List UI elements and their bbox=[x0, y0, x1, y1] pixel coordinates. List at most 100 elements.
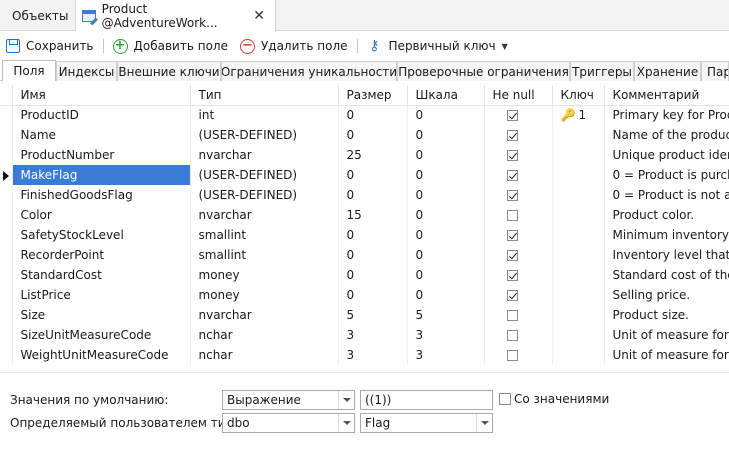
cell-type[interactable]: int bbox=[190, 105, 339, 125]
not-null-checkbox[interactable] bbox=[506, 290, 518, 301]
chevron-down-icon[interactable] bbox=[338, 391, 354, 409]
default-value-input[interactable]: ((1)) bbox=[360, 390, 493, 410]
tab-indexes[interactable]: Индексы bbox=[56, 61, 117, 81]
not-null-checkbox[interactable] bbox=[506, 350, 518, 361]
table-row[interactable]: ProductNumber nvarchar 25 0 Unique product i… bbox=[0, 145, 729, 165]
not-null-checkbox[interactable] bbox=[506, 110, 518, 122]
chevron-down-icon[interactable]: ▼ bbox=[502, 42, 508, 51]
with-values-checkbox[interactable] bbox=[499, 393, 511, 405]
not-null-checkbox[interactable] bbox=[506, 170, 518, 181]
table-row[interactable]: ListPrice money 0 0 Selling price. bbox=[0, 285, 729, 305]
cell-scale[interactable]: 0 bbox=[407, 145, 485, 165]
cell-key[interactable] bbox=[552, 265, 605, 285]
cell-key[interactable] bbox=[552, 185, 605, 205]
cell-key[interactable] bbox=[552, 145, 605, 165]
cell-type[interactable]: smallint bbox=[190, 225, 339, 245]
cell-name[interactable]: ProductID bbox=[12, 105, 191, 125]
cell-not-null[interactable] bbox=[484, 225, 553, 245]
column-header-scale[interactable]: Шкала bbox=[407, 85, 485, 106]
cell-not-null[interactable] bbox=[484, 205, 553, 225]
cell-size[interactable]: 0 bbox=[338, 285, 408, 305]
cell-scale[interactable]: 0 bbox=[407, 285, 485, 305]
cell-size[interactable]: 0 bbox=[338, 265, 408, 285]
close-icon[interactable]: ✕ bbox=[253, 8, 265, 24]
cell-type[interactable]: smallint bbox=[190, 245, 339, 265]
cell-not-null[interactable] bbox=[484, 305, 553, 325]
column-header-not-null[interactable]: Не null bbox=[484, 85, 553, 106]
delete-field-button[interactable]: − Удалить поле bbox=[234, 34, 354, 58]
cell-type[interactable]: (USER-DEFINED) bbox=[190, 125, 339, 145]
tab-fields[interactable]: Поля bbox=[2, 60, 56, 81]
table-row[interactable]: WeightUnitMeasureCode nchar 3 3 Unit of meas… bbox=[0, 345, 729, 365]
cell-size[interactable]: 5 bbox=[338, 305, 408, 325]
cell-key[interactable] bbox=[552, 225, 605, 245]
not-null-checkbox[interactable] bbox=[506, 310, 518, 321]
tab-triggers[interactable]: Триггеры bbox=[570, 61, 634, 81]
cell-key[interactable] bbox=[552, 305, 605, 325]
table-row[interactable]: Size nvarchar 5 5 Product size. bbox=[0, 305, 729, 325]
column-header-type[interactable]: Тип bbox=[190, 85, 339, 106]
cell-comment[interactable]: Unit of measure for We bbox=[604, 345, 729, 365]
not-null-checkbox[interactable] bbox=[506, 330, 518, 341]
not-null-checkbox[interactable] bbox=[506, 190, 518, 201]
default-kind-select[interactable]: Выражение bbox=[222, 390, 355, 410]
cell-key[interactable] bbox=[552, 325, 605, 345]
primary-key-button[interactable]: ⚷ Первичный ключ ▼ bbox=[361, 34, 514, 58]
fields-grid[interactable]: Имя Тип Размер Шкала Не null Ключ Коммен… bbox=[0, 85, 729, 365]
cell-scale[interactable]: 0 bbox=[407, 185, 485, 205]
cell-type[interactable]: nvarchar bbox=[190, 145, 339, 165]
cell-key[interactable] bbox=[552, 345, 605, 365]
tab-product-table[interactable]: Product @AdventureWork... ✕ bbox=[76, 0, 276, 32]
table-row[interactable]: ProductIDint00🔑1Primary key for Produc bbox=[0, 105, 729, 125]
table-row[interactable]: Color nvarchar 15 0 Product color. bbox=[0, 205, 729, 225]
cell-name[interactable]: WeightUnitMeasureCode bbox=[12, 345, 191, 365]
cell-scale[interactable]: 5 bbox=[407, 305, 485, 325]
column-header-name[interactable]: Имя bbox=[12, 85, 191, 106]
not-null-checkbox[interactable] bbox=[506, 130, 518, 141]
column-header-comment[interactable]: Комментарий bbox=[604, 85, 729, 106]
cell-comment[interactable]: Unit of measure for Siz bbox=[604, 325, 729, 345]
cell-not-null[interactable] bbox=[484, 185, 553, 205]
tab-storage[interactable]: Хранение bbox=[634, 61, 701, 81]
cell-size[interactable]: 25 bbox=[338, 145, 408, 165]
cell-type[interactable]: (USER-DEFINED) bbox=[190, 185, 339, 205]
not-null-checkbox[interactable] bbox=[506, 230, 518, 241]
cell-key[interactable] bbox=[552, 165, 605, 185]
cell-comment[interactable]: Product size. bbox=[604, 305, 729, 325]
cell-key[interactable] bbox=[552, 285, 605, 305]
cell-comment[interactable]: Unique product identif bbox=[604, 145, 729, 165]
not-null-checkbox[interactable] bbox=[506, 210, 518, 221]
table-row[interactable]: MakeFlag (USER-DEFINED) 0 0 0 = Product is p… bbox=[0, 165, 729, 185]
cell-name[interactable]: Name bbox=[12, 125, 191, 145]
cell-name[interactable]: FinishedGoodsFlag bbox=[12, 185, 191, 205]
table-row[interactable]: SizeUnitMeasureCode nchar 3 3 Unit of measur… bbox=[0, 325, 729, 345]
table-row[interactable]: RecorderPoint smallint 0 0 Inventory level t… bbox=[0, 245, 729, 265]
udt-schema-select[interactable]: dbo bbox=[222, 413, 355, 433]
table-row[interactable]: Name (USER-DEFINED) 0 0 Name of the product. bbox=[0, 125, 729, 145]
cell-size[interactable]: 0 bbox=[338, 105, 408, 125]
table-row[interactable]: FinishedGoodsFlag (USER-DEFINED) 0 0 0 = Pro… bbox=[0, 185, 729, 205]
cell-not-null[interactable] bbox=[484, 285, 553, 305]
cell-type[interactable]: money bbox=[190, 285, 339, 305]
cell-comment[interactable]: Standard cost of the pr bbox=[604, 265, 729, 285]
cell-scale[interactable]: 0 bbox=[407, 165, 485, 185]
cell-size[interactable]: 15 bbox=[338, 205, 408, 225]
cell-scale[interactable]: 0 bbox=[407, 225, 485, 245]
cell-not-null[interactable] bbox=[484, 325, 553, 345]
column-header-key[interactable]: Ключ bbox=[552, 85, 605, 106]
cell-not-null[interactable] bbox=[484, 145, 553, 165]
tab-foreign-keys[interactable]: Внешние ключи bbox=[117, 61, 221, 81]
cell-comment[interactable]: Selling price. bbox=[604, 285, 729, 305]
tab-check-constraints[interactable]: Проверочные ограничения bbox=[397, 61, 570, 81]
cell-key[interactable]: 🔑 1 bbox=[552, 105, 605, 125]
cell-not-null[interactable] bbox=[484, 105, 553, 125]
table-row[interactable]: StandardCostmoney00Standard cost of the … bbox=[0, 265, 729, 285]
cell-scale[interactable]: 3 bbox=[407, 345, 485, 365]
cell-scale[interactable]: 0 bbox=[407, 105, 485, 125]
cell-scale[interactable]: 0 bbox=[407, 125, 485, 145]
tab-objects[interactable]: Объекты bbox=[0, 0, 76, 31]
cell-name[interactable]: RecorderPoint bbox=[12, 245, 191, 265]
udt-type-select[interactable]: Flag bbox=[360, 413, 493, 433]
cell-name[interactable]: Color bbox=[12, 205, 191, 225]
cell-name[interactable]: StandardCost bbox=[12, 265, 191, 285]
